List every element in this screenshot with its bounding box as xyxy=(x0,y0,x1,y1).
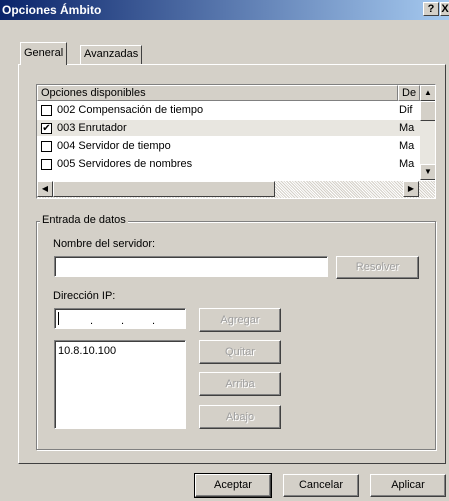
remove-button[interactable]: Quitar xyxy=(199,340,281,364)
tab-avanzadas-label: Avanzadas xyxy=(84,48,139,60)
option-label: 005 Servidores de nombres xyxy=(57,158,193,170)
list-item[interactable]: 002 Compensación de tiempo Dif xyxy=(37,102,420,118)
horizontal-scrollbar[interactable]: ◀ ▶ xyxy=(37,181,435,198)
scroll-up-button[interactable]: ▲ xyxy=(420,85,435,101)
close-icon: X xyxy=(441,3,449,15)
column-header-options-label: Opciones disponibles xyxy=(41,87,146,99)
list-item[interactable]: 005 Servidores de nombres Ma xyxy=(37,156,420,172)
option-checkbox[interactable]: ✔ xyxy=(41,123,52,134)
arrow-right-icon: ▶ xyxy=(407,184,415,193)
dialog-window: Opciones Ámbito ? X General Avanzadas Op… xyxy=(0,0,449,501)
add-button[interactable]: Agregar xyxy=(199,308,281,332)
move-up-button[interactable]: Arriba xyxy=(199,372,281,396)
horizontal-scroll-thumb[interactable] xyxy=(53,181,275,197)
scroll-right-button[interactable]: ▶ xyxy=(403,181,419,197)
data-entry-group-label: Entrada de datos xyxy=(40,213,128,228)
column-header-options[interactable]: Opciones disponibles xyxy=(37,85,398,101)
ip-address-list[interactable]: 10.8.10.100 xyxy=(54,340,186,429)
list-item[interactable]: 004 Servidor de tiempo Ma xyxy=(37,138,420,154)
ip-address-input[interactable]: . . . xyxy=(54,308,186,329)
arrow-left-icon: ◀ xyxy=(41,184,49,193)
scroll-down-button[interactable]: ▼ xyxy=(420,164,435,180)
scroll-thumb[interactable] xyxy=(420,101,435,121)
arrow-down-icon: ▼ xyxy=(424,167,432,176)
tab-general[interactable]: General xyxy=(20,42,68,65)
ip-separator: . xyxy=(121,315,125,327)
column-header-description-label: De xyxy=(402,87,417,99)
arrow-up-icon: ▲ xyxy=(424,88,432,97)
option-checkbox[interactable] xyxy=(41,141,52,152)
option-label: 002 Compensación de tiempo xyxy=(57,104,204,116)
tab-general-label: General xyxy=(24,47,64,59)
cancel-button[interactable]: Cancelar xyxy=(283,474,359,497)
check-mark-icon: ✔ xyxy=(42,123,51,134)
server-name-input[interactable] xyxy=(54,256,328,277)
list-item[interactable]: ✔ 003 Enrutador Ma xyxy=(37,120,420,136)
server-name-label: Nombre del servidor: xyxy=(53,238,156,250)
option-description: Dif xyxy=(399,104,413,116)
ip-separator: . xyxy=(90,315,94,327)
option-label: 004 Servidor de tiempo xyxy=(57,140,171,152)
options-listview[interactable]: Opciones disponibles De 002 Compensación… xyxy=(36,84,436,199)
ip-list-item[interactable]: 10.8.10.100 xyxy=(58,344,185,358)
resolve-button[interactable]: Resolver xyxy=(336,256,419,279)
close-button[interactable]: X xyxy=(440,2,449,16)
title-bar[interactable]: Opciones Ámbito xyxy=(0,0,449,20)
option-checkbox[interactable] xyxy=(41,159,52,170)
option-label: 003 Enrutador xyxy=(57,122,127,134)
option-description: Ma xyxy=(399,140,415,152)
column-header-description[interactable]: De xyxy=(398,85,420,101)
vertical-scrollbar[interactable]: ▲ ▼ xyxy=(420,85,435,180)
tab-avanzadas[interactable]: Avanzadas xyxy=(80,45,143,64)
ok-button[interactable]: Aceptar xyxy=(194,473,272,498)
apply-button[interactable]: Aplicar xyxy=(370,474,446,497)
move-down-button[interactable]: Abajo xyxy=(199,405,281,429)
ip-separator: . xyxy=(152,315,156,327)
option-description: Ma xyxy=(399,158,415,170)
window-title: Opciones Ámbito xyxy=(2,3,102,17)
ip-address-label: Dirección IP: xyxy=(53,290,116,302)
option-description: Ma xyxy=(399,122,415,134)
help-button[interactable]: ? xyxy=(423,2,439,16)
scroll-left-button[interactable]: ◀ xyxy=(37,181,53,197)
option-checkbox[interactable] xyxy=(41,105,52,116)
text-cursor xyxy=(58,312,59,325)
